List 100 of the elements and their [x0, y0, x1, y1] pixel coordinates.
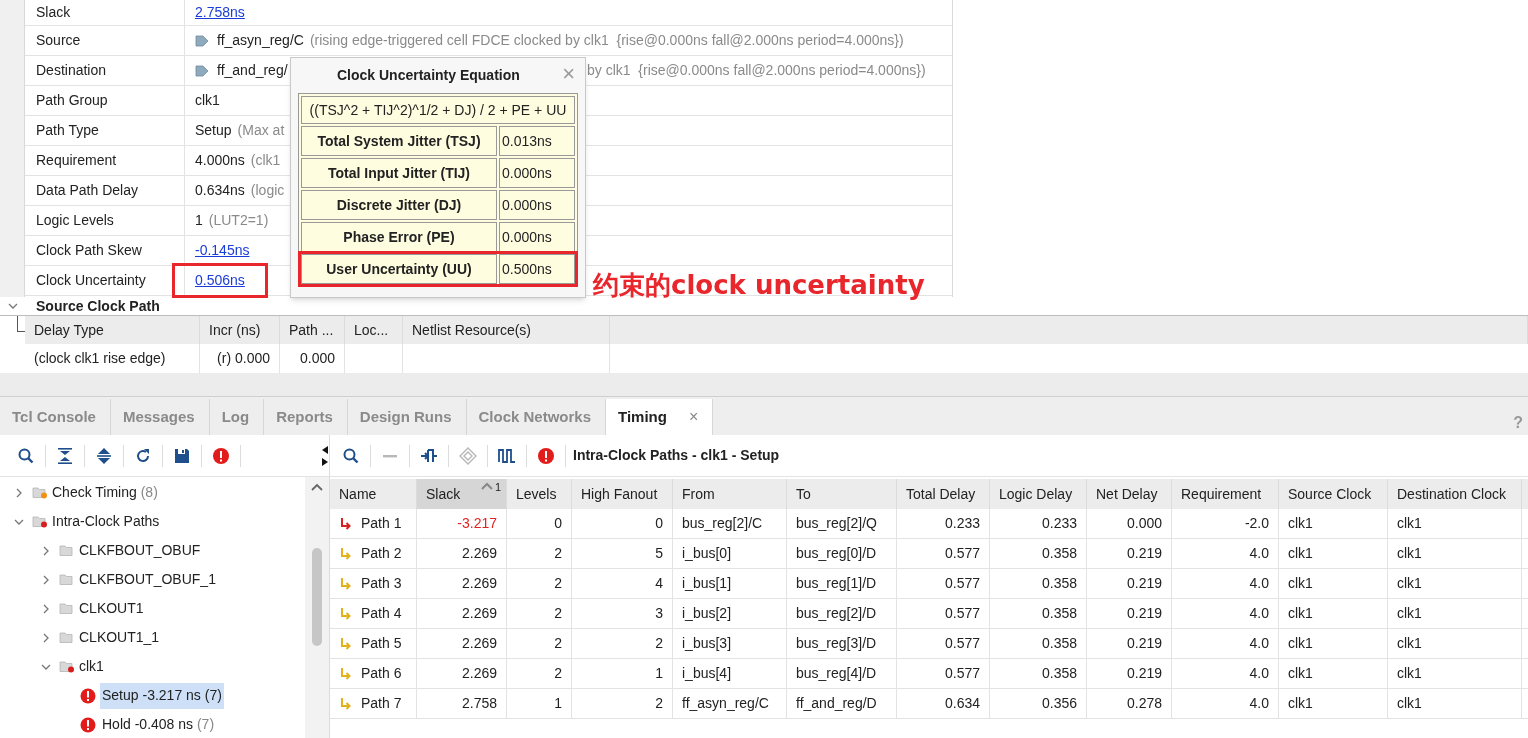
column-header[interactable]: Requirement — [1172, 479, 1279, 509]
property-label: Requirement — [25, 146, 185, 175]
sort-caret-icon — [480, 482, 493, 490]
horizontal-scrollbar[interactable] — [0, 373, 1528, 397]
table-cell-text: i_bus[1] — [682, 574, 732, 593]
property-value: ff_and_reg/ — [217, 61, 288, 80]
table-cell-text: 2 — [554, 634, 562, 653]
column-header[interactable]: Path ... — [280, 316, 345, 344]
chevron-right-icon[interactable] — [14, 487, 24, 498]
chevron-right-icon[interactable] — [41, 632, 51, 643]
save-icon[interactable] — [173, 446, 191, 465]
value-link[interactable]: -0.145ns — [195, 240, 250, 261]
path-row[interactable]: Path 2 2.269 2 5 i_bus[0] bus_reg[0]/D 0.577 0.358 0.219 4.0 clk1 clk1 — [330, 539, 1528, 569]
table-cell-text: 0.000 — [299, 349, 335, 368]
sort-rank: 1 — [494, 482, 501, 493]
table-cell-text: 0.219 — [1126, 634, 1162, 653]
table-cell-text: 2 — [655, 694, 663, 713]
tree-item[interactable]: Intra-Clock Paths — [50, 508, 162, 535]
column-header[interactable]: From — [673, 479, 787, 509]
tree-item[interactable]: CLKFBOUT_OBUF_1 — [77, 566, 218, 593]
value-cell: 0.000ns — [499, 190, 575, 220]
term-cell: Total Input Jitter (TIJ) — [301, 158, 497, 188]
value-cell: 0.000ns — [499, 222, 575, 252]
table-cell-text: 0.634 — [944, 694, 980, 713]
column-header[interactable]: To — [787, 479, 897, 509]
path-row[interactable]: Path 4 2.269 2 3 i_bus[2] bus_reg[2]/D 0.577 0.358 0.219 4.0 clk1 clk1 — [330, 599, 1528, 629]
chevron-down-icon[interactable] — [7, 301, 18, 311]
chevron-right-icon[interactable] — [41, 545, 51, 556]
tree-item[interactable]: CLKOUT1_1 — [77, 624, 162, 651]
column-header[interactable]: Logic Delay — [990, 479, 1087, 509]
column-header[interactable]: High Fanout — [572, 479, 673, 509]
property-label: Path Type — [25, 116, 185, 145]
error-icon[interactable] — [212, 446, 230, 465]
path-row[interactable]: Path 3 2.269 2 4 i_bus[1] bus_reg[1]/D 0.577 0.358 0.219 4.0 clk1 clk1 — [330, 569, 1528, 599]
column-header[interactable]: Total Delay — [897, 479, 990, 509]
value-link[interactable]: 2.758ns — [195, 2, 245, 23]
property-note: by clk1 {rise@0.000ns fall@2.000ns period=4.000ns}) — [587, 61, 926, 80]
table-cell-text: Path 6 — [361, 664, 402, 683]
column-header[interactable]: Netlist Resource(s) — [403, 316, 610, 344]
tree-item[interactable]: CLKOUT1 — [77, 595, 146, 622]
report-title: Intra-Clock Paths - clk1 - Setup — [573, 446, 780, 465]
tree-item[interactable]: CLKFBOUT_OBUF — [77, 537, 203, 564]
waveform-icon[interactable] — [498, 446, 516, 465]
splitter-arrows-icon[interactable] — [321, 444, 328, 467]
error-icon[interactable] — [537, 446, 555, 465]
table-cell-text: clk1 — [1288, 604, 1313, 623]
table-cell-text: 1 — [554, 694, 562, 713]
collapse-all-icon[interactable] — [56, 446, 74, 465]
column-header[interactable]: Net Delay — [1087, 479, 1172, 509]
table-cell-text: clk1 — [1397, 514, 1422, 533]
value-cell: 0.500ns — [499, 254, 575, 284]
tree-item[interactable]: clk1 — [77, 653, 106, 680]
tree-item[interactable]: Check Timing (8) — [50, 479, 160, 506]
search-icon[interactable] — [342, 446, 360, 465]
expand-all-icon[interactable] — [95, 446, 113, 465]
column-header[interactable]: Incr (ns) — [200, 316, 280, 344]
table-cell-text: 2.269 — [461, 664, 497, 683]
table-cell-text: 2 — [554, 604, 562, 623]
value-link[interactable]: 0.506ns — [172, 263, 268, 298]
table-cell-text: 2 — [655, 634, 663, 653]
table-cell-text: clk1 — [1397, 694, 1422, 713]
table-cell-text: i_bus[4] — [682, 664, 732, 683]
table-cell-text: 0.356 — [1041, 694, 1077, 713]
schematic-icon[interactable] — [420, 446, 438, 465]
chevron-right-icon[interactable] — [41, 574, 51, 585]
folder-icon — [59, 602, 75, 615]
folder-icon — [32, 486, 48, 499]
column-header[interactable]: Source Clock — [1279, 479, 1388, 509]
pin-icon — [195, 63, 209, 78]
property-label: Source — [25, 26, 185, 55]
scroll-up-icon[interactable] — [311, 483, 323, 491]
chevron-right-icon[interactable] — [41, 603, 51, 614]
close-icon[interactable]: × — [688, 405, 699, 429]
panel-tab[interactable]: Timing × — [606, 399, 714, 435]
table-cell-text: bus_reg[0]/D — [796, 544, 877, 563]
path-row[interactable]: Path 7 2.758 1 2 ff_asyn_reg/C ff_and_reg/D 0.634 0.356 0.278 4.0 clk1 clk1 — [330, 689, 1528, 719]
table-cell-text: clk1 — [1397, 604, 1422, 623]
tree-item[interactable]: Hold -0.408 ns (7) — [100, 711, 217, 738]
refresh-icon[interactable] — [134, 446, 152, 465]
table-cell-text: 0.219 — [1126, 544, 1162, 563]
property-value: Setup — [195, 121, 232, 140]
scrollbar[interactable] — [305, 477, 330, 738]
tree-item[interactable]: Setup -3.217 ns (7) — [100, 682, 224, 709]
column-header[interactable]: Destination Clock — [1388, 479, 1522, 509]
table-cell-text: bus_reg[1]/D — [796, 574, 877, 593]
path-row[interactable]: Path 5 2.269 2 2 i_bus[3] bus_reg[3]/D 0.577 0.358 0.219 4.0 clk1 clk1 — [330, 629, 1528, 659]
column-header[interactable]: Levels — [507, 479, 572, 509]
path-row[interactable]: Path 6 2.269 2 1 i_bus[4] bus_reg[4]/D 0.577 0.358 0.219 4.0 clk1 clk1 — [330, 659, 1528, 689]
column-header[interactable]: Slack 1 — [417, 479, 507, 509]
table-cell-text: 0.219 — [1126, 604, 1162, 623]
table-cell-text: 4.0 — [1249, 634, 1269, 653]
path-row[interactable]: Path 1 -3.217 0 0 bus_reg[2]/C bus_reg[2]/Q 0.233 0.233 0.000 -2.0 clk1 clk1 — [330, 509, 1528, 539]
column-header[interactable]: Loc... — [345, 316, 403, 344]
search-icon[interactable] — [17, 446, 35, 465]
table-cell-text: 0.278 — [1126, 694, 1162, 713]
value-cell: 0.000ns — [499, 158, 575, 188]
scroll-thumb[interactable] — [312, 548, 322, 646]
table-cell-text: clk1 — [1397, 544, 1422, 563]
property-label: Path Group — [25, 86, 185, 115]
column-header[interactable]: Delay Type — [25, 316, 200, 344]
